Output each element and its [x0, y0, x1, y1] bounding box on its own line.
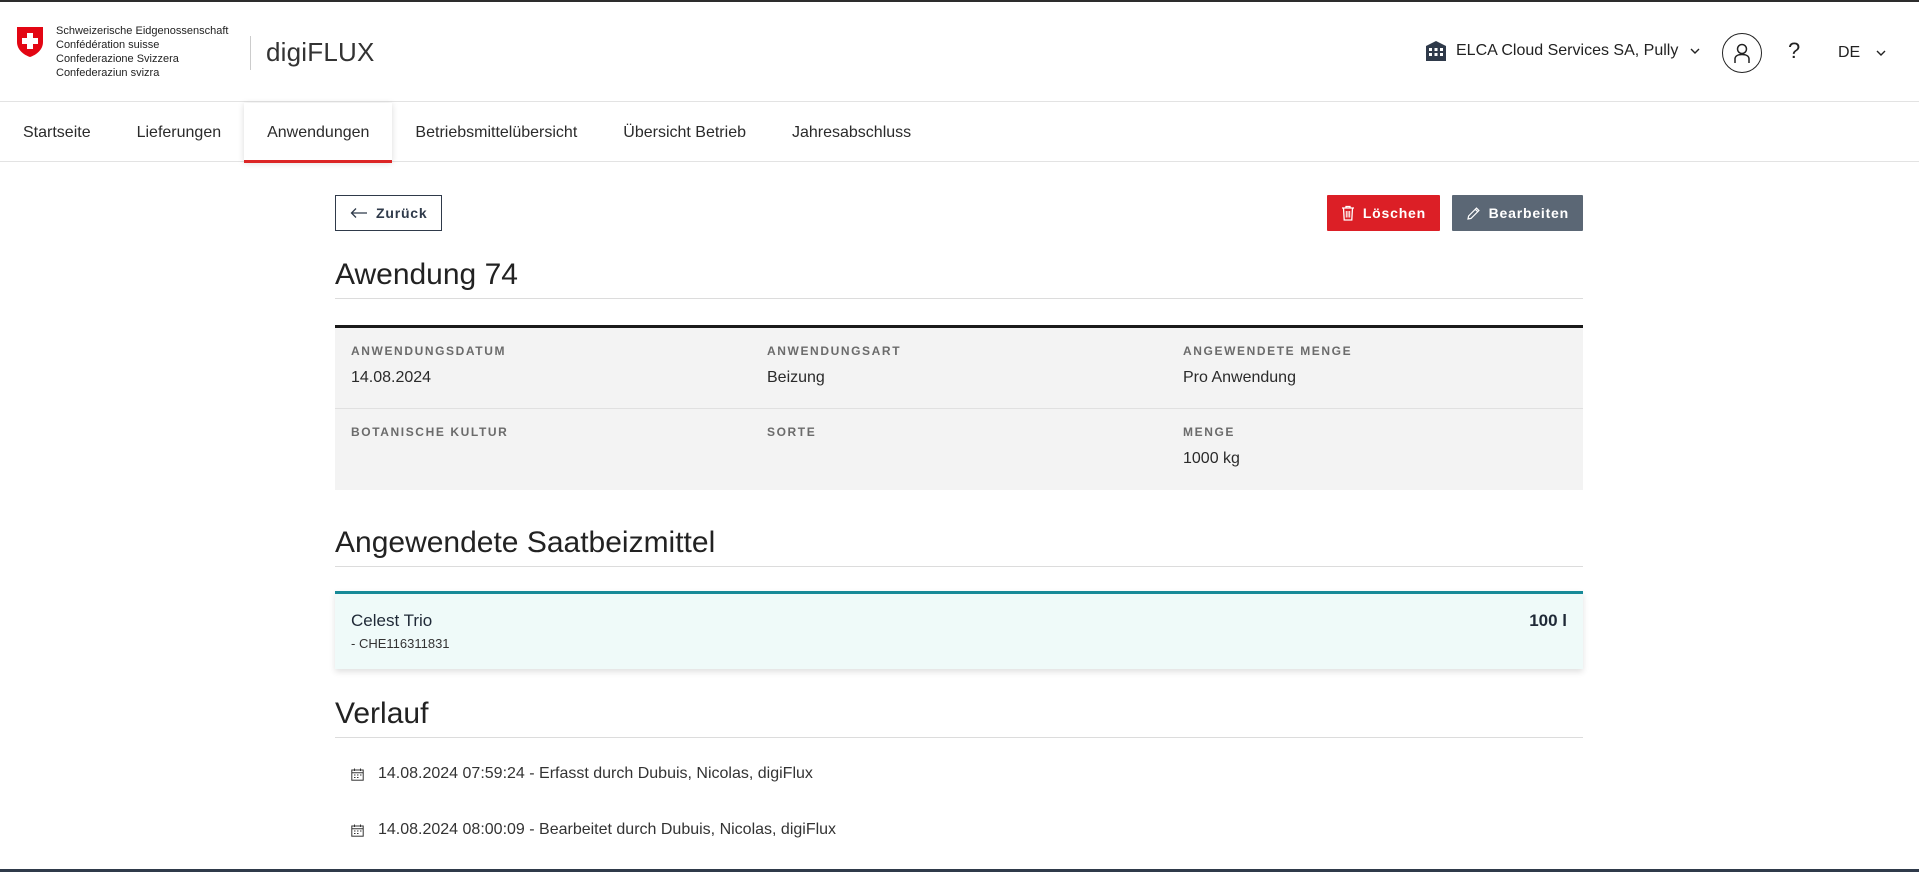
- back-button-label: Zurück: [376, 205, 428, 221]
- confederation-logo[interactable]: Schweizerische Eidgenossenschaft Confédé…: [16, 24, 228, 80]
- user-icon: [1734, 43, 1750, 63]
- field-label: Anwendungsart: [767, 344, 902, 358]
- nav-item-betriebsmitteluebersicht[interactable]: Betriebsmittelübersicht: [392, 103, 600, 162]
- product-card: Celest Trio - CHE116311831 100 l: [335, 591, 1583, 669]
- calendar-icon: [351, 768, 364, 781]
- confederation-text: Schweizerische Eidgenossenschaft Confédé…: [56, 24, 228, 80]
- field-label: Menge: [1183, 425, 1236, 439]
- chevron-down-icon: [1690, 48, 1700, 54]
- chevron-down-icon: [1876, 50, 1886, 56]
- confederation-line: Schweizerische Eidgenossenschaft: [56, 25, 229, 37]
- delete-button[interactable]: Löschen: [1326, 195, 1440, 231]
- history-entry-text: 14.08.2024 07:59:24 - Erfasst durch Dubu…: [378, 765, 813, 782]
- nav-item-jahresabschluss[interactable]: Jahresabschluss: [769, 103, 934, 162]
- trash-icon: [1341, 205, 1354, 221]
- history-entry: 14.08.2024 07:59:24 - Erfasst durch Dubu…: [335, 746, 1583, 802]
- edit-button-label: Bearbeiten: [1488, 205, 1569, 221]
- detail-row: Anwendungsdatum 14.08.2024 Anwendungsart…: [335, 328, 1583, 409]
- pencil-icon: [1466, 206, 1480, 220]
- field-value: Pro Anwendung: [1183, 369, 1296, 386]
- back-button[interactable]: Zurück: [335, 195, 443, 231]
- building-icon: [1426, 41, 1446, 61]
- field-label: Botanische Kultur: [351, 425, 509, 439]
- field-value: Beizung: [767, 369, 825, 386]
- confederation-line: Confederaziun svizra: [56, 67, 160, 79]
- products-section-title: Angewendete Saatbeizmittel: [335, 526, 1583, 567]
- organization-select[interactable]: ELCA Cloud Services SA, Pully: [1424, 40, 1702, 62]
- language-select[interactable]: DE: [1838, 44, 1888, 62]
- edit-button[interactable]: Bearbeiten: [1451, 195, 1583, 231]
- calendar-icon: [351, 824, 364, 837]
- history-section-title: Verlauf: [335, 697, 1583, 738]
- field-label: Angewendete Menge: [1183, 344, 1353, 358]
- field-anwendungsdatum: Anwendungsdatum 14.08.2024: [335, 328, 751, 408]
- field-label: Anwendungsdatum: [351, 344, 507, 358]
- detail-row: Botanische Kultur Sorte Menge 1000 kg: [335, 409, 1583, 490]
- app-name[interactable]: digiFLUX: [266, 37, 375, 68]
- field-menge: Menge 1000 kg: [1167, 409, 1583, 490]
- field-angewendete-menge: Angewendete Menge Pro Anwendung: [1167, 328, 1583, 408]
- page-title: Awendung 74: [335, 258, 1583, 299]
- nav-item-uebersicht-betrieb[interactable]: Übersicht Betrieb: [600, 103, 769, 162]
- field-value: 1000 kg: [1183, 450, 1240, 467]
- nav-item-anwendungen[interactable]: Anwendungen: [244, 103, 393, 163]
- field-botanische-kultur: Botanische Kultur: [335, 409, 751, 490]
- swiss-shield-icon: [17, 27, 43, 57]
- toolbar: Zurück Löschen Bearbeiten: [335, 162, 1583, 242]
- language-label: DE: [1838, 44, 1861, 61]
- nav-item-startseite[interactable]: Startseite: [0, 103, 114, 162]
- main-content: Zurück Löschen Bearbeiten Awendung 74 An…: [335, 162, 1583, 858]
- help-button[interactable]: ?: [1788, 38, 1800, 64]
- arrow-left-icon: [350, 208, 367, 218]
- main-nav: Startseite Lieferungen Anwendungen Betri…: [0, 103, 1919, 163]
- confederation-line: Confédération suisse: [56, 39, 160, 51]
- field-anwendungsart: Anwendungsart Beizung: [751, 328, 1167, 408]
- field-sorte: Sorte: [751, 409, 1167, 490]
- header-divider: [250, 36, 251, 70]
- product-quantity: 100 l: [1529, 611, 1567, 630]
- product-name: Celest Trio: [351, 611, 433, 630]
- organization-name: ELCA Cloud Services SA, Pully: [1456, 42, 1679, 59]
- confederation-line: Confederazione Svizzera: [56, 53, 179, 65]
- delete-button-label: Löschen: [1362, 205, 1426, 221]
- field-label: Sorte: [767, 425, 817, 439]
- history-list: 14.08.2024 07:59:24 - Erfasst durch Dubu…: [335, 746, 1583, 858]
- field-value: 14.08.2024: [351, 369, 432, 386]
- detail-card: Anwendungsdatum 14.08.2024 Anwendungsart…: [335, 325, 1583, 490]
- product-code: - CHE116311831: [351, 636, 450, 651]
- user-profile-button[interactable]: [1722, 33, 1762, 73]
- history-entry-text: 14.08.2024 08:00:09 - Bearbeitet durch D…: [378, 821, 837, 838]
- history-entry: 14.08.2024 08:00:09 - Bearbeitet durch D…: [335, 802, 1583, 858]
- app-header: Schweizerische Eidgenossenschaft Confédé…: [0, 2, 1919, 102]
- nav-item-lieferungen[interactable]: Lieferungen: [114, 103, 245, 162]
